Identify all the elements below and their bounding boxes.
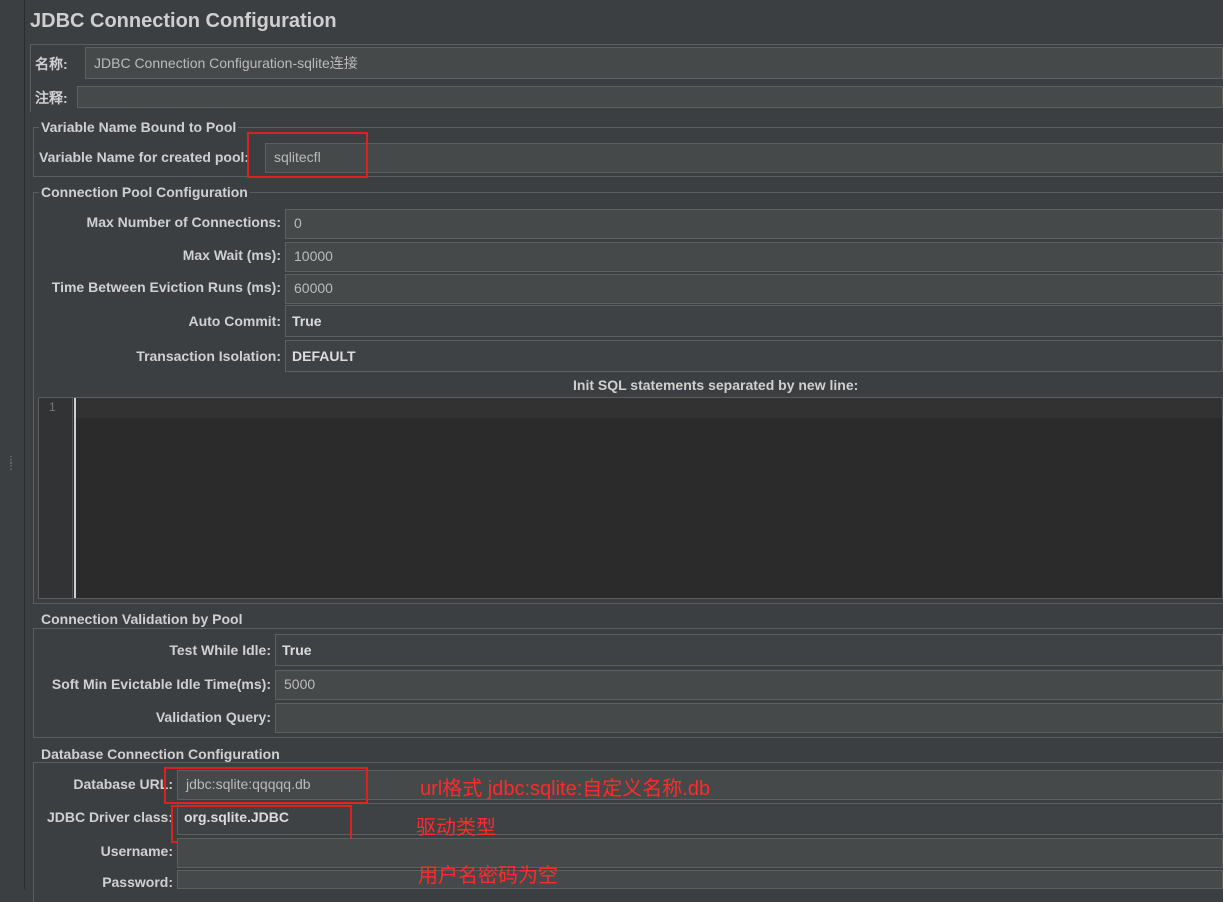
validation-section-legend: Connection Validation by Pool (39, 611, 245, 627)
editor-caret (74, 398, 76, 598)
db-url-label: Database URL: (73, 776, 173, 792)
username-label: Username: (100, 843, 173, 859)
password-label: Password: (102, 874, 173, 890)
pool-section-legend: Connection Pool Configuration (39, 184, 250, 200)
password-input[interactable] (177, 870, 1223, 889)
eviction-runs-label: Time Between Eviction Runs (ms): (51, 279, 281, 295)
driver-annotation: 驱动类型 (416, 817, 496, 839)
pool-variable-input[interactable]: sqlitecfl (265, 143, 1223, 173)
test-idle-label: Test While Idle: (169, 642, 271, 658)
validation-query-label: Validation Query: (155, 709, 271, 725)
name-label: 名称: (35, 56, 68, 72)
soft-min-label: Soft Min Evictable Idle Time(ms): (51, 676, 271, 692)
editor-line-number: 1 (49, 400, 56, 414)
auto-commit-select[interactable]: True (285, 305, 1223, 337)
isolation-select[interactable]: DEFAULT (285, 340, 1223, 372)
driver-label: JDBC Driver class: (46, 809, 173, 825)
eviction-runs-input[interactable]: 60000 (285, 274, 1223, 304)
max-wait-input[interactable]: 10000 (285, 242, 1223, 272)
splitter-grip-icon[interactable]: ⋮ ⋮ (6, 456, 16, 476)
url-annotation: url格式 jdbc:sqlite:自定义名称.db (420, 778, 711, 800)
soft-min-input[interactable]: 5000 (275, 670, 1223, 700)
pool-variable-label: Variable Name for created pool: (39, 149, 250, 165)
name-input[interactable]: JDBC Connection Configuration-sqlite连接 (85, 47, 1223, 79)
validation-query-input[interactable] (275, 703, 1223, 733)
comments-label: 注释: (35, 90, 68, 106)
page-title: JDBC Connection Configuration (30, 10, 337, 32)
max-connections-input[interactable]: 0 (285, 209, 1223, 239)
max-wait-label: Max Wait (ms): (182, 247, 281, 263)
max-connections-label: Max Number of Connections: (86, 214, 281, 230)
init-sql-label: Init SQL statements separated by new lin… (573, 377, 859, 393)
editor-current-line (74, 398, 1222, 418)
isolation-label: Transaction Isolation: (136, 348, 281, 364)
test-idle-select[interactable]: True (275, 634, 1223, 666)
credentials-annotation: 用户名密码为空 (418, 865, 558, 887)
db-section-legend: Database Connection Configuration (39, 746, 282, 762)
auto-commit-label: Auto Commit: (188, 313, 281, 329)
db-url-highlight (164, 767, 368, 804)
init-sql-editor[interactable]: 1 (38, 397, 1223, 599)
variable-section-legend: Variable Name Bound to Pool (39, 119, 239, 135)
pool-variable-highlight (247, 132, 368, 178)
comments-input[interactable] (77, 86, 1223, 108)
editor-gutter: 1 (39, 398, 73, 598)
left-splitter[interactable] (0, 0, 25, 889)
username-input[interactable] (177, 838, 1223, 868)
